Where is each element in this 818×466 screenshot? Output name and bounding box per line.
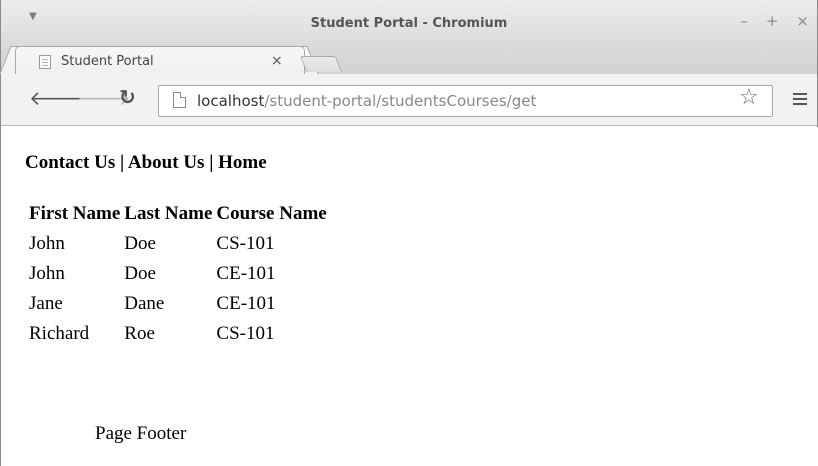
tab-close-icon[interactable]: × <box>271 53 283 69</box>
table-header-row: First Name Last Name Course Name <box>27 200 329 229</box>
cell-first-name: John <box>29 232 65 254</box>
nav-contact-us[interactable]: Contact Us <box>25 152 115 173</box>
cell-first-name: Jane <box>29 292 63 314</box>
page-icon <box>173 92 186 108</box>
cell-first-name: John <box>29 262 65 284</box>
cell-last-name: Dane <box>124 292 165 314</box>
cell-course-name: CS-101 <box>216 232 275 254</box>
page-icon <box>39 55 51 69</box>
hamburger-menu-icon[interactable] <box>793 93 807 105</box>
tab-student-portal[interactable] <box>15 46 305 74</box>
close-icon[interactable]: × <box>796 14 809 29</box>
cell-last-name: Roe <box>124 322 155 344</box>
cell-last-name: Doe <box>124 262 156 284</box>
nav-about-us[interactable]: About Us <box>128 152 205 173</box>
cell-course-name: CE-101 <box>216 292 276 314</box>
header-course-name: Course Name <box>216 203 327 224</box>
cell-course-name: CS-101 <box>216 322 275 344</box>
arrow-left-icon[interactable]: 🡐 <box>29 88 83 108</box>
cell-first-name: Richard <box>29 322 90 344</box>
header-first-name: First Name <box>29 203 121 224</box>
maximize-icon[interactable]: + <box>766 14 779 29</box>
nav-separator: | <box>115 152 128 173</box>
tab-label: Student Portal <box>61 54 154 69</box>
top-nav: Contact Us | About Us | Home <box>25 152 267 174</box>
url-host: localhost <box>197 92 265 110</box>
new-tab-button[interactable] <box>299 56 343 72</box>
header-last-name: Last Name <box>124 203 213 224</box>
cell-course-name: CE-101 <box>216 262 276 284</box>
table-row: Richard Roe CS-101 <box>27 319 329 349</box>
table-row: John Doe CE-101 <box>27 259 329 289</box>
window-title: Student Portal - Chromium <box>310 16 508 31</box>
reload-icon[interactable]: ↻ <box>119 87 136 107</box>
page-footer: Page Footer <box>95 423 187 444</box>
table-row: John Doe CS-101 <box>27 229 329 259</box>
table-row: Jane Dane CE-101 <box>27 289 329 319</box>
nav-home[interactable]: Home <box>218 152 267 173</box>
url-path: /student-portal/studentsCourses/get <box>264 92 537 110</box>
url-text[interactable]: localhost/student-portal/studentsCourses… <box>197 92 536 110</box>
cell-last-name: Doe <box>124 232 156 254</box>
star-icon[interactable]: ☆ <box>739 87 759 109</box>
nav-separator: | <box>204 152 219 173</box>
minimize-icon[interactable]: – <box>740 14 748 29</box>
browser-window: ▼ Student Portal - Chromium – + × Studen… <box>0 0 818 466</box>
window-controls: – + × <box>740 14 809 29</box>
student-courses-table: First Name Last Name Course Name John Do… <box>27 200 329 349</box>
